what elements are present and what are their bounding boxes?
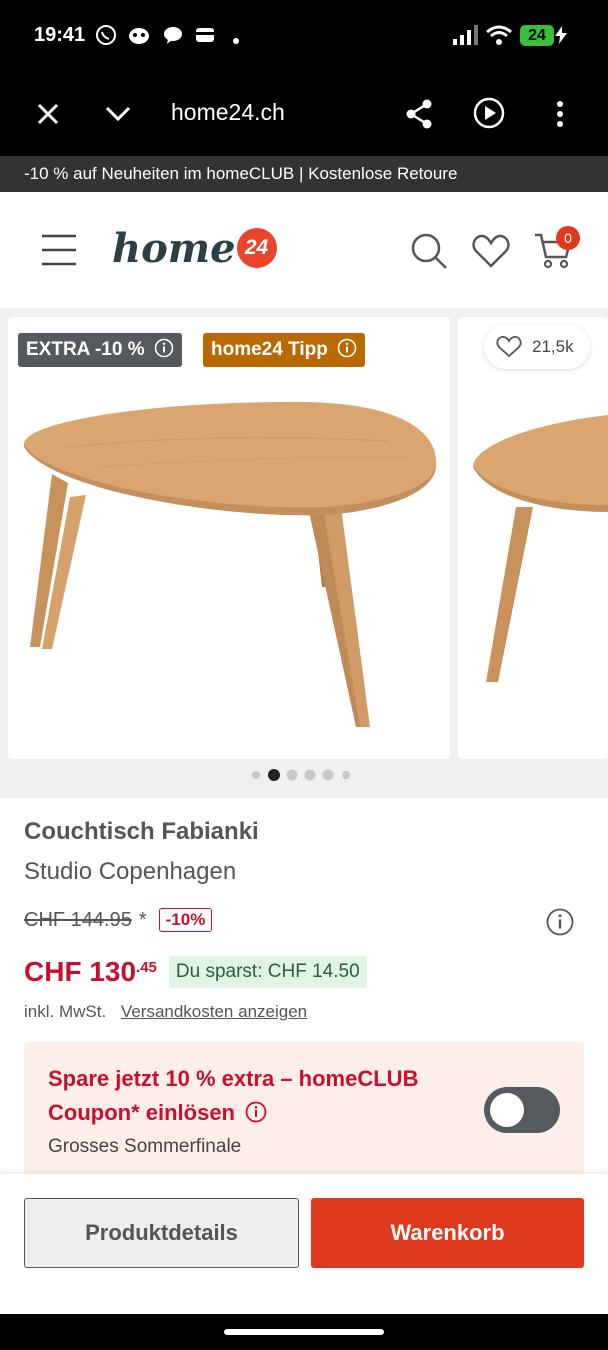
battery-indicator: 24 — [520, 25, 554, 46]
wallet-icon — [194, 24, 216, 51]
badge-extra-discount[interactable]: EXTRA -10 % — [18, 333, 182, 367]
old-price-footnote: * — [138, 908, 147, 931]
info-icon — [337, 338, 357, 358]
current-price-cents: .45 — [136, 959, 157, 976]
carousel-dot[interactable] — [252, 771, 260, 779]
price-info-icon[interactable] — [546, 908, 574, 941]
info-icon — [154, 338, 174, 358]
promo-banner[interactable]: -10 % auf Neuheiten im homeCLUB | Kosten… — [0, 156, 608, 192]
current-price: CHF 130 — [24, 956, 137, 987]
price-row: CHF 130 .45 Du sparst: CHF 14.50 — [24, 956, 367, 988]
carousel-dot[interactable] — [286, 769, 298, 781]
more-options-icon[interactable] — [556, 100, 564, 133]
coupon-info-icon[interactable] — [245, 1101, 267, 1123]
wifi-icon — [486, 24, 512, 51]
url-text[interactable]: home24.ch — [171, 99, 285, 126]
logo-badge: 24 — [236, 228, 277, 268]
coupon-subtitle: Grosses Sommerfinale — [48, 1136, 242, 1157]
system-navigation-bar — [0, 1314, 608, 1350]
old-price: CHF 144.95 — [24, 908, 132, 931]
old-price-row: CHF 144.95 * -10% — [24, 908, 213, 932]
menu-icon[interactable] — [41, 234, 77, 271]
shipping-costs-link[interactable]: Versandkosten anzeigen — [121, 1002, 307, 1021]
coffee-table-image — [23, 401, 437, 727]
discount-badge: -10% — [158, 908, 213, 932]
carousel-dot[interactable] — [322, 769, 334, 781]
home-gesture-handle[interactable] — [224, 1329, 384, 1335]
whatsapp-icon — [95, 24, 117, 51]
chat-icon — [162, 24, 184, 51]
product-details-button[interactable]: Produktdetails — [24, 1198, 299, 1268]
coffee-table-image-2 — [473, 415, 608, 682]
product-image-next[interactable]: 21,5k — [458, 317, 608, 759]
wishlist-count: 21,5k — [532, 337, 574, 356]
product-title: Couchtisch Fabianki — [24, 818, 259, 845]
play-icon[interactable] — [473, 97, 505, 134]
more-notifications-dot — [232, 32, 240, 50]
browser-toolbar: home24.ch — [0, 72, 608, 156]
add-to-cart-button[interactable]: Warenkorb — [311, 1198, 584, 1268]
search-icon[interactable] — [410, 232, 448, 275]
signal-icon — [452, 24, 478, 51]
chevron-down-icon[interactable] — [104, 104, 132, 129]
carousel-dot-indicators[interactable] — [249, 768, 359, 782]
carousel-dot[interactable] — [342, 771, 350, 779]
cart-count-badge: 0 — [556, 226, 580, 250]
carousel-dot[interactable] — [304, 769, 316, 781]
status-time: 19:41 — [34, 24, 86, 46]
status-bar: 19:41 24 — [0, 0, 608, 72]
promo-text: -10 % auf Neuheiten im homeCLUB | Kosten… — [24, 164, 458, 183]
close-icon[interactable] — [36, 102, 60, 131]
coupon-line-1: Spare jetzt 10 % extra – homeCLUB — [48, 1066, 419, 1091]
toggle-knob — [490, 1093, 524, 1127]
charging-icon — [555, 26, 567, 49]
home24-logo[interactable]: home 24 — [112, 224, 277, 272]
carousel-dots[interactable] — [0, 768, 608, 782]
app-notification-icon — [127, 24, 151, 51]
logo-text: home — [112, 224, 236, 272]
heart-icon[interactable] — [472, 234, 510, 273]
tax-note: inkl. MwSt. — [24, 1002, 107, 1021]
coupon-headline: Spare jetzt 10 % extra – homeCLUB Coupon… — [48, 1062, 418, 1130]
product-gallery[interactable]: EXTRA -10 % home24 Tipp 21,5k — [0, 308, 608, 798]
product-image-main[interactable]: EXTRA -10 % home24 Tipp — [8, 317, 450, 759]
coupon-line-2: Coupon* einlösen — [48, 1100, 235, 1125]
product-info-panel: Couchtisch Fabianki Studio Copenhagen CH… — [8, 798, 600, 1174]
heart-outline-icon — [496, 336, 522, 358]
share-icon[interactable] — [404, 98, 434, 135]
wishlist-pill[interactable]: 21,5k — [484, 325, 590, 369]
carousel-dot[interactable] — [268, 769, 280, 781]
coupon-toggle[interactable] — [484, 1087, 560, 1133]
tax-shipping-row: inkl. MwSt. Versandkosten anzeigen — [24, 1002, 307, 1022]
coupon-box: Spare jetzt 10 % extra – homeCLUB Coupon… — [24, 1042, 584, 1174]
bottom-action-bar: Produktdetails Warenkorb — [0, 1174, 608, 1314]
badge-home24-tipp[interactable]: home24 Tipp — [203, 333, 366, 367]
savings-badge: Du sparst: CHF 14.50 — [168, 956, 367, 988]
site-header: home 24 0 — [0, 192, 608, 309]
product-brand[interactable]: Studio Copenhagen — [24, 858, 236, 886]
